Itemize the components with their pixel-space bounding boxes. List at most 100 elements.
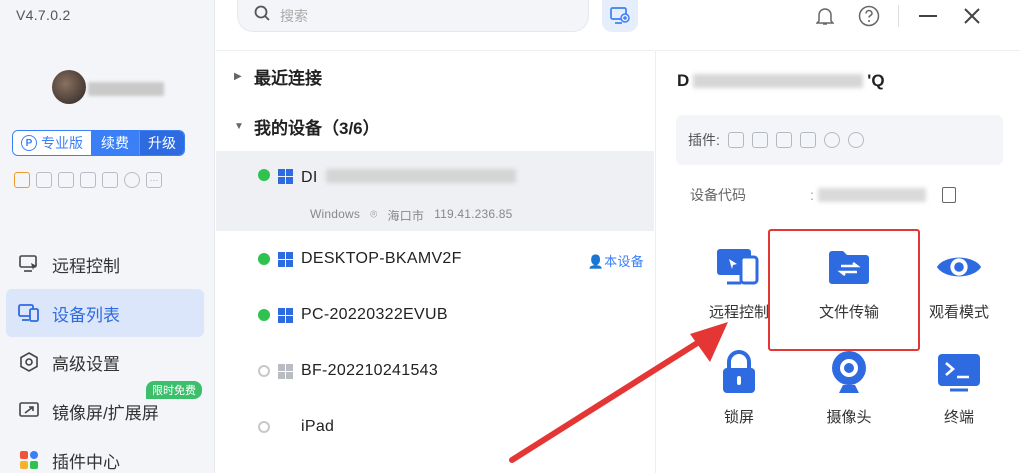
sidebar-item-label: 远程控制 [52, 256, 120, 276]
device-title: D 'Q [677, 71, 885, 91]
search-icon [254, 5, 270, 26]
more-icon[interactable]: ··· [146, 172, 162, 188]
caret-down-icon: ▼ [234, 120, 244, 132]
sidebar: V4.7.0.2 P 专业版 续费 升级 ··· 远程控制 设备列表 高级设置 … [0, 0, 215, 473]
group-label: 我的设备（3/6） [254, 118, 380, 138]
device-code-label: 设备代码 [690, 187, 746, 203]
devices-icon [18, 302, 40, 324]
window-controls [810, 2, 987, 30]
device-row[interactable]: DI Windows ⌾ 海口市 119.41.236.85 [216, 151, 654, 231]
mirror-screen-icon [18, 400, 40, 422]
group-recent-connections[interactable]: ▶ 最近连接 [216, 51, 654, 101]
action-label: 观看模式 [928, 304, 989, 321]
settings-hexagon-icon [18, 351, 40, 373]
bulb-icon[interactable] [799, 132, 816, 148]
gamepad-icon[interactable] [36, 172, 52, 188]
device-name: PC-20220322EVUB [301, 306, 448, 323]
plugins-grid-icon [18, 449, 40, 471]
device-code-row: 设备代码 : [690, 185, 990, 205]
avatar[interactable] [52, 70, 86, 104]
windows-icon [278, 307, 293, 323]
device-title-end: 'Q [867, 71, 885, 90]
device-name-blurred [325, 169, 516, 183]
device-ip: 119.41.236.85 [434, 207, 513, 221]
online-status-dot [258, 309, 270, 321]
eye-icon [935, 243, 983, 291]
caret-right-icon: ▶ [234, 70, 242, 82]
sidebar-item-mirror-screen[interactable]: 限时免费 镜像屏/扩展屏 [6, 381, 204, 435]
windows-icon [278, 251, 293, 267]
location-pin-icon: ⌾ [370, 207, 378, 221]
watch-mode-button[interactable]: 观看模式 [904, 243, 1014, 322]
monitor-cursor-icon [18, 253, 40, 275]
device-details: Windows ⌾ 海口市 119.41.236.85 [310, 207, 513, 224]
camera-button[interactable]: 摄像头 [794, 348, 904, 427]
device-name: DI [301, 169, 318, 186]
offline-status-dot [258, 365, 270, 377]
feature-icons: ··· [14, 172, 162, 188]
circle-icon[interactable] [124, 172, 140, 188]
action-label: 摄像头 [826, 409, 872, 426]
window-icon[interactable] [80, 172, 96, 188]
promo-badge: 限时免费 [146, 381, 202, 399]
webcam-icon [825, 348, 873, 396]
window-icon[interactable] [775, 132, 792, 148]
remote-feature-icon[interactable] [14, 172, 30, 188]
windows-icon [278, 169, 293, 184]
annotation-arrow [509, 322, 728, 463]
add-device-button[interactable] [602, 0, 638, 32]
globe-icon[interactable] [847, 132, 864, 148]
pro-badge[interactable]: P 专业版 [13, 131, 91, 155]
search-bar[interactable] [237, 0, 589, 32]
version-label: V4.7.0.2 [16, 7, 71, 23]
sidebar-nav: 远程控制 设备列表 高级设置 限时免费 镜像屏/扩展屏 插件中心 [6, 240, 204, 473]
sidebar-item-remote-control[interactable]: 远程控制 [6, 240, 204, 288]
circle-icon[interactable] [823, 132, 840, 148]
help-icon[interactable] [854, 2, 884, 30]
device-row[interactable]: DESKTOP-BKAMV2F 👤本设备 [216, 231, 654, 287]
sidebar-item-advanced-settings[interactable]: 高级设置 [6, 338, 204, 386]
upgrade-button[interactable]: 升级 [139, 131, 184, 155]
app-window: V4.7.0.2 P 专业版 续费 升级 ··· 远程控制 设备列表 高级设置 … [0, 0, 1020, 473]
search-input[interactable] [280, 7, 560, 24]
sidebar-item-plugin-center[interactable]: 插件中心 [6, 436, 204, 473]
minimize-icon[interactable] [913, 2, 943, 30]
gamepad-icon[interactable] [727, 132, 744, 148]
terminal-button[interactable]: 终端 [904, 348, 1014, 427]
windows-icon [278, 363, 293, 379]
online-status-dot [258, 253, 270, 265]
this-device-label: 本设备 [604, 254, 644, 269]
device-name: iPad [301, 418, 335, 435]
plugins-label: 插件: [688, 132, 720, 148]
device-name: DESKTOP-BKAMV2F [301, 250, 462, 267]
sidebar-item-label: 镜像屏/扩展屏 [52, 403, 159, 423]
username-blurred [88, 82, 164, 96]
close-icon[interactable] [957, 2, 987, 30]
plugins-bar: 插件: [676, 115, 1003, 165]
sidebar-item-label: 插件中心 [52, 452, 120, 472]
group-my-devices[interactable]: ▼ 我的设备（3/6） [216, 101, 654, 151]
divider [898, 5, 899, 27]
device-code-prefix: : [810, 187, 814, 203]
image-icon[interactable] [751, 132, 768, 148]
bulb-icon[interactable] [102, 172, 118, 188]
device-title-start: D [677, 71, 690, 90]
image-icon[interactable] [58, 172, 74, 188]
renew-button[interactable]: 续费 [91, 131, 139, 155]
sidebar-item-label: 设备列表 [52, 305, 120, 325]
this-device-tag: 👤本设备 [588, 251, 644, 270]
copy-icon[interactable] [941, 187, 956, 203]
bell-icon[interactable] [810, 2, 840, 30]
sidebar-item-device-list[interactable]: 设备列表 [6, 289, 204, 337]
highlight-box [768, 229, 920, 351]
user-icon: 👤 [587, 254, 605, 269]
membership-badges: P 专业版 续费 升级 [12, 130, 185, 156]
device-code-blurred [817, 188, 926, 202]
device-os: Windows [310, 207, 361, 221]
sidebar-item-label: 高级设置 [52, 354, 120, 374]
pro-icon: P [21, 135, 37, 151]
online-status-dot [258, 169, 270, 181]
action-label: 终端 [943, 409, 974, 426]
monitor-plus-icon [610, 7, 630, 24]
device-title-blurred [693, 74, 864, 88]
